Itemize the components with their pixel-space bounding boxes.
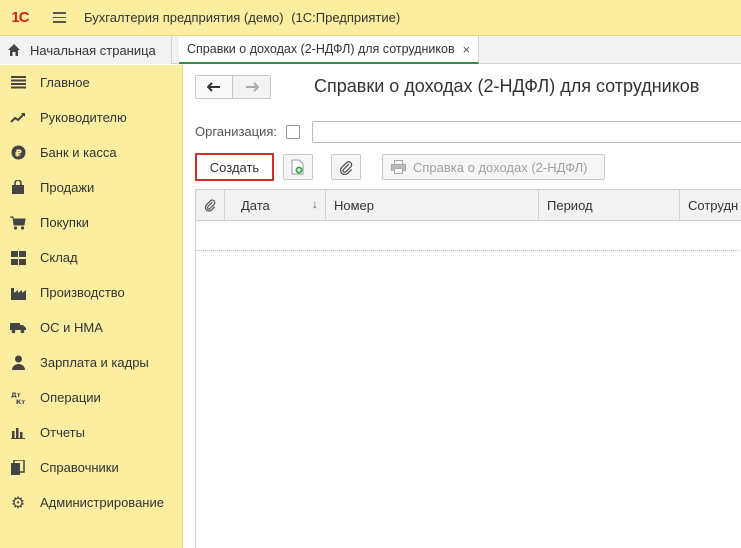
cart-icon — [10, 215, 26, 231]
column-period[interactable]: Период — [539, 190, 680, 220]
paperclip-icon — [339, 160, 353, 175]
sidebar-item-label: Руководителю — [40, 110, 127, 125]
sidebar: Главное Руководителю ₽ Банк и касса Прод… — [0, 65, 183, 548]
sidebar-item-bank[interactable]: ₽ Банк и касса — [0, 135, 182, 170]
column-employee[interactable]: Сотрудн — [680, 190, 741, 220]
report-2ndfl-label: Справка о доходах (2-НДФЛ) — [413, 159, 588, 175]
home-icon — [8, 44, 20, 56]
table-row-empty[interactable] — [196, 221, 741, 251]
sidebar-item-production[interactable]: Производство — [0, 275, 182, 310]
sort-descending-icon: ↓ — [312, 197, 318, 211]
app-title-name: Бухгалтерия предприятия (демо) — [84, 10, 284, 25]
logo-1c: 1С — [11, 9, 29, 26]
sidebar-item-administration[interactable]: ⚙ Администрирование — [0, 485, 182, 520]
sidebar-item-operations[interactable]: Дт Кт Операции — [0, 380, 182, 415]
sidebar-item-label: Склад — [40, 250, 78, 265]
sidebar-item-warehouse[interactable]: Склад — [0, 240, 182, 275]
title-bar: 1С Бухгалтерия предприятия (демо) (1С:Пр… — [0, 0, 741, 36]
tab-income-certificates-label: Справки о доходах (2-НДФЛ) для сотрудник… — [187, 42, 455, 56]
close-icon[interactable]: × — [463, 42, 471, 57]
trend-icon — [10, 110, 26, 126]
truck-icon — [10, 320, 26, 336]
table-header: Дата ↓ Номер Период Сотрудн — [196, 190, 741, 221]
sidebar-item-label: Зарплата и кадры — [40, 355, 149, 370]
column-date[interactable]: Дата ↓ — [225, 190, 326, 220]
sidebar-item-salary[interactable]: Зарплата и кадры — [0, 345, 182, 380]
sidebar-item-reports[interactable]: Отчеты — [0, 415, 182, 450]
forward-button[interactable] — [233, 76, 270, 98]
column-date-label: Дата — [241, 197, 270, 213]
tab-strip: Начальная страница Справки о доходах (2-… — [0, 36, 741, 64]
sidebar-item-main[interactable]: Главное — [0, 65, 182, 100]
column-number-label: Номер — [334, 197, 375, 213]
tab-home[interactable]: Начальная страница — [0, 36, 172, 64]
main-menu-button[interactable] — [46, 0, 72, 36]
svg-text:₽: ₽ — [15, 148, 22, 159]
sidebar-item-label: Производство — [40, 285, 125, 300]
sidebar-item-sales[interactable]: Продажи — [0, 170, 182, 205]
column-number[interactable]: Номер — [326, 190, 539, 220]
books-icon — [10, 460, 26, 476]
sidebar-item-purchases[interactable]: Покупки — [0, 205, 182, 240]
organization-filter-checkbox[interactable] — [286, 125, 300, 139]
main-content: Справки о доходах (2-НДФЛ) для сотрудник… — [183, 65, 741, 548]
sidebar-item-label: ОС и НМА — [40, 320, 103, 335]
sidebar-item-label: Администрирование — [40, 495, 164, 510]
gear-icon: ⚙ — [10, 493, 26, 512]
back-button[interactable] — [196, 76, 233, 98]
ruble-icon: ₽ — [10, 145, 26, 161]
hamburger-icon — [52, 12, 66, 14]
sidebar-item-label: Продажи — [40, 180, 95, 195]
column-period-label: Период — [547, 197, 593, 213]
arrow-right-icon — [245, 82, 259, 92]
page-title: Справки о доходах (2-НДФЛ) для сотрудник… — [314, 76, 700, 96]
column-employee-label: Сотрудн — [688, 197, 739, 213]
app-title: Бухгалтерия предприятия (демо) (1С:Предп… — [84, 10, 400, 25]
sidebar-item-catalogs[interactable]: Справочники — [0, 450, 182, 485]
sidebar-item-label: Операции — [40, 390, 101, 405]
tab-income-certificates[interactable]: Справки о доходах (2-НДФЛ) для сотрудник… — [179, 36, 480, 64]
documents-table[interactable]: Дата ↓ Номер Период Сотрудн — [195, 189, 741, 548]
sidebar-item-label: Главное — [40, 75, 90, 90]
warehouse-icon — [10, 250, 26, 266]
sidebar-item-fixed-assets[interactable]: ОС и НМА — [0, 310, 182, 345]
printer-icon — [391, 160, 406, 174]
attach-button[interactable] — [331, 154, 361, 180]
factory-icon — [10, 285, 26, 301]
bag-icon — [10, 180, 26, 196]
arrow-left-icon — [207, 82, 220, 92]
svg-text:Кт: Кт — [16, 398, 25, 405]
copy-button[interactable] — [283, 154, 313, 180]
app-title-platform: (1С:Предприятие) — [291, 10, 401, 25]
menu-lines-icon — [10, 75, 26, 91]
bar-chart-icon — [10, 425, 26, 441]
organization-field[interactable] — [312, 121, 741, 143]
sidebar-item-label: Отчеты — [40, 425, 85, 440]
report-2ndfl-button[interactable]: Справка о доходах (2-НДФЛ) — [382, 154, 605, 180]
history-navigation — [195, 75, 271, 99]
sidebar-item-director[interactable]: Руководителю — [0, 100, 182, 135]
dt-kt-icon: Дт Кт — [10, 390, 26, 406]
organization-label: Организация: — [195, 124, 278, 139]
sidebar-item-label: Покупки — [40, 215, 89, 230]
create-button[interactable]: Создать — [195, 153, 274, 181]
person-icon — [10, 355, 26, 371]
sidebar-item-label: Справочники — [40, 460, 119, 475]
sidebar-item-label: Банк и касса — [40, 145, 117, 160]
paperclip-icon — [204, 199, 216, 212]
tab-home-label: Начальная страница — [30, 42, 156, 58]
add-document-icon — [291, 159, 304, 175]
column-attachment[interactable] — [196, 190, 225, 220]
